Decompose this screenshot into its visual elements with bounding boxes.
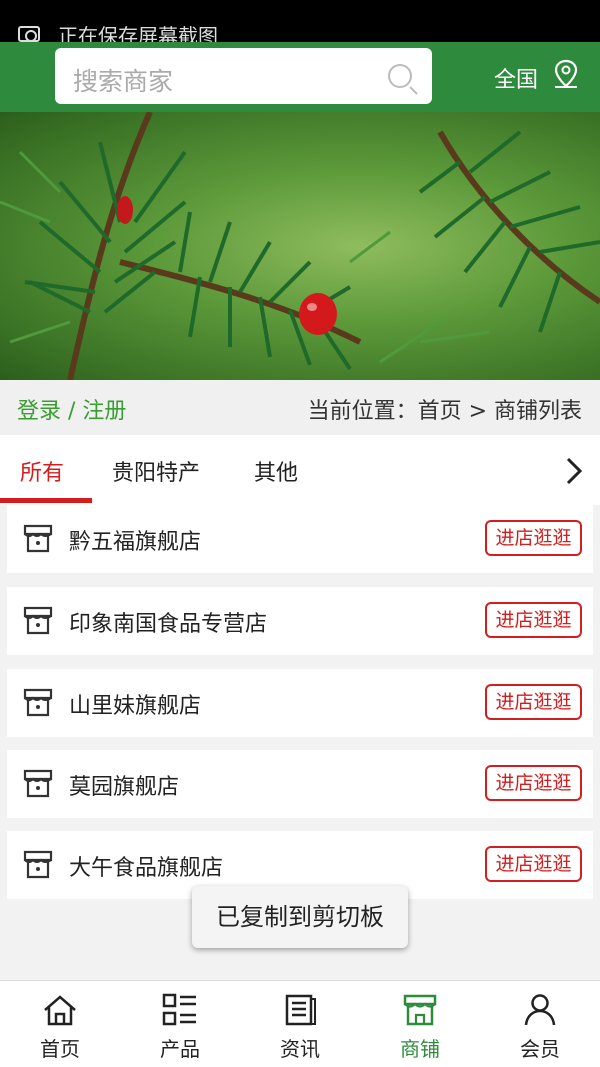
product-grid-icon [162, 993, 196, 1026]
location-bar: 登录 / 注册 当前位置：首页 > 商铺列表 [0, 380, 600, 435]
search-input[interactable]: 搜索商家 [55, 48, 432, 104]
yew-branch-illustration [0, 112, 600, 380]
enter-store-button[interactable]: 进店逛逛 [485, 684, 582, 720]
bottom-navigation: 首页 产品 资讯 商铺 会员 [0, 980, 600, 1067]
news-icon [285, 994, 316, 1026]
branches [67, 112, 600, 380]
nav-home[interactable]: 首页 [0, 981, 120, 1067]
store-name: 莫园旗舰店 [69, 775, 180, 800]
region-selector[interactable]: 全国 [494, 62, 538, 94]
store-row[interactable]: 黔五福旗舰店 进店逛逛 [7, 505, 593, 573]
store-icon [23, 769, 53, 798]
active-tab-indicator [0, 498, 92, 503]
nav-label: 商铺 [400, 1037, 440, 1061]
search-placeholder: 搜索商家 [73, 67, 174, 96]
store-icon [23, 688, 53, 717]
store-name: 山里妹旗舰店 [69, 694, 202, 719]
nav-stores[interactable]: 商铺 [360, 981, 480, 1067]
store-icon [403, 994, 437, 1026]
nav-products[interactable]: 产品 [120, 981, 240, 1067]
store-row[interactable]: 莫园旗舰店 进店逛逛 [7, 750, 593, 818]
home-icon [44, 995, 76, 1026]
nav-label: 会员 [520, 1037, 560, 1061]
store-name: 印象南国食品专营店 [69, 612, 268, 637]
location-pin-icon[interactable] [553, 59, 579, 89]
enter-store-button[interactable]: 进店逛逛 [485, 765, 582, 801]
light-needles [0, 150, 491, 364]
tab-all[interactable]: 所有 [20, 455, 64, 487]
screenshot-icon [18, 26, 40, 42]
breadcrumb: 当前位置：首页 > 商铺列表 [307, 399, 582, 424]
enter-store-button[interactable]: 进店逛逛 [485, 520, 582, 556]
store-icon [23, 524, 53, 553]
nav-label: 资讯 [280, 1037, 320, 1061]
store-name: 黔五福旗舰店 [69, 530, 202, 555]
store-icon [23, 850, 53, 879]
enter-store-button[interactable]: 进店逛逛 [485, 846, 582, 882]
login-register-link[interactable]: 登录 / 注册 [17, 393, 126, 425]
nav-member[interactable]: 会员 [480, 981, 600, 1067]
nav-news[interactable]: 资讯 [240, 981, 360, 1067]
search-icon[interactable] [388, 64, 412, 88]
tab-other[interactable]: 其他 [254, 455, 298, 487]
store-icon [23, 606, 53, 635]
member-icon [524, 994, 556, 1026]
toast-message: 已复制到剪切板 [192, 886, 408, 948]
red-berry [299, 293, 337, 335]
enter-store-button[interactable]: 进店逛逛 [485, 602, 582, 638]
banner-image[interactable] [0, 112, 600, 380]
header: 搜索商家 全国 [0, 42, 600, 112]
store-row[interactable]: 山里妹旗舰店 进店逛逛 [7, 669, 593, 737]
nav-label: 产品 [160, 1037, 200, 1061]
status-bar: 正在保存屏幕截图 [0, 0, 600, 48]
store-row[interactable]: 印象南国食品专营店 进店逛逛 [7, 587, 593, 655]
tab-guiyang-specialty[interactable]: 贵阳特产 [112, 455, 200, 487]
chevron-right-icon[interactable] [565, 457, 583, 485]
store-name: 大午食品旗舰店 [69, 856, 224, 881]
nav-label: 首页 [40, 1037, 80, 1061]
red-berry-small [117, 196, 133, 224]
category-tabs: 所有 贵阳特产 其他 [0, 435, 600, 505]
